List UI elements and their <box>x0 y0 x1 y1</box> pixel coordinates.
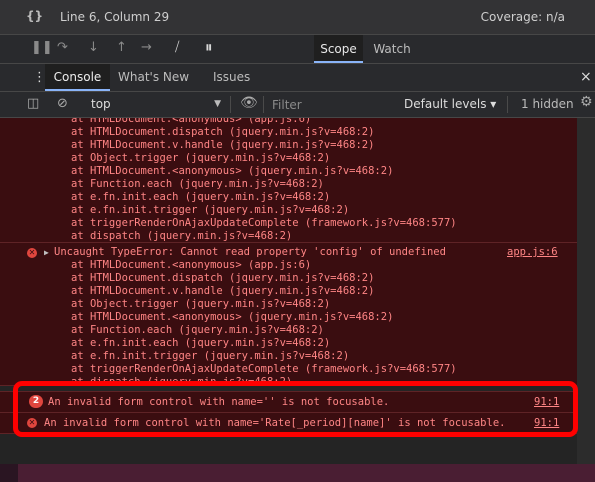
error-message-stack: at HTMLDocument.<anonymous> (app.js:6) a… <box>0 118 577 244</box>
stack-line: at HTMLDocument.<anonymous> (app.js:6) <box>71 118 312 125</box>
clear-console-icon[interactable]: ⊘ <box>57 96 68 111</box>
debugger-toolbar: ❚❚ ↷ ↓ ↑ → ⧸ ⏸ Scope Watch <box>0 35 595 64</box>
stack-line: at HTMLDocument.<anonymous> (jquery.min.… <box>71 165 394 177</box>
stack-line: at triggerRenderOnAjaxUpdateComplete (fr… <box>71 363 457 375</box>
pause-icon[interactable]: ❚❚ <box>31 40 53 55</box>
scrollbar[interactable] <box>577 118 595 464</box>
bottom-strip <box>0 464 595 482</box>
tab-scope[interactable]: Scope <box>314 35 363 63</box>
gear-icon[interactable]: ⚙ <box>580 94 593 110</box>
stack-line: at HTMLDocument.v.handle (jquery.min.js?… <box>71 139 375 151</box>
step-over-icon[interactable]: ↷ <box>57 40 68 55</box>
stack-line: at HTMLDocument.v.handle (jquery.min.js?… <box>71 285 375 297</box>
sidebar-toggle-icon[interactable]: ◫ <box>27 96 39 111</box>
stack-line: at e.fn.init.each (jquery.min.js?v=468:2… <box>71 191 331 203</box>
tab-watch[interactable]: Watch <box>368 35 416 63</box>
stack-line: at HTMLDocument.<anonymous> (jquery.min.… <box>71 311 394 323</box>
error-icon: ✕ <box>27 248 37 258</box>
hidden-messages-count: 1 hidden <box>521 97 574 111</box>
step-icon[interactable]: → <box>141 40 152 55</box>
pretty-print-button[interactable]: {} <box>26 9 43 23</box>
stack-line: at Object.trigger (jquery.min.js?v=468:2… <box>71 298 331 310</box>
chevron-down-icon: ▼ <box>214 99 221 109</box>
log-levels-dropdown[interactable]: Default levels ▾ <box>404 92 496 117</box>
filter-input[interactable] <box>270 95 394 115</box>
tab-console[interactable]: Console <box>45 64 110 91</box>
context-selector[interactable]: top ▼ <box>84 92 224 117</box>
cursor-position: Line 6, Column 29 <box>60 10 170 24</box>
stack-line: at triggerRenderOnAjaxUpdateComplete (fr… <box>71 217 457 229</box>
pause-on-exceptions-icon[interactable]: ⏸ <box>205 38 213 56</box>
stack-line: at e.fn.init.each (jquery.min.js?v=468:2… <box>71 337 331 349</box>
stack-line: at Function.each (jquery.min.js?v=468:2) <box>71 178 324 190</box>
stack-line: at HTMLDocument.<anonymous> (app.js:6) <box>71 259 312 271</box>
eye-icon[interactable]: 👁 <box>240 95 258 111</box>
editor-status-bar: {} Line 6, Column 29 Coverage: n/a <box>0 0 595 35</box>
expand-arrow-icon[interactable]: ▶ <box>44 246 49 259</box>
console-toolbar: ◫ ⊘ top ▼ 👁 Default levels ▾ 1 hidden ⚙ <box>0 92 595 118</box>
stack-line: at Function.each (jquery.min.js?v=468:2) <box>71 324 324 336</box>
error-text: Uncaught TypeError: Cannot read property… <box>54 246 446 258</box>
context-value: top <box>91 97 111 111</box>
step-out-icon[interactable]: ↑ <box>116 40 127 55</box>
divider <box>230 96 231 113</box>
stack-line: at HTMLDocument.dispatch (jquery.min.js?… <box>71 272 375 284</box>
stack-line: at Object.trigger (jquery.min.js?v=468:2… <box>71 152 331 164</box>
deactivate-breakpoints-icon[interactable]: ⧸ <box>175 40 179 55</box>
divider <box>507 96 508 113</box>
drawer-tab-bar: ⋮ Console What's New Issues × <box>0 64 595 92</box>
divider <box>263 96 264 113</box>
error-message[interactable]: ✕ ▶ Uncaught TypeError: Cannot read prop… <box>0 242 577 386</box>
step-into-icon[interactable]: ↓ <box>88 40 99 55</box>
close-icon[interactable]: × <box>580 69 592 85</box>
stack-line: at e.fn.init.trigger (jquery.min.js?v=46… <box>71 204 350 216</box>
bottom-strip-corner <box>0 464 18 482</box>
stack-line: at e.fn.init.trigger (jquery.min.js?v=46… <box>71 350 350 362</box>
coverage-status[interactable]: Coverage: n/a <box>481 10 565 24</box>
tab-issues[interactable]: Issues <box>213 64 250 91</box>
stack-line: at HTMLDocument.dispatch (jquery.min.js?… <box>71 126 375 138</box>
source-link[interactable]: app.js:6 <box>507 246 558 259</box>
tab-whats-new[interactable]: What's New <box>118 64 189 91</box>
highlight-box <box>13 381 578 437</box>
